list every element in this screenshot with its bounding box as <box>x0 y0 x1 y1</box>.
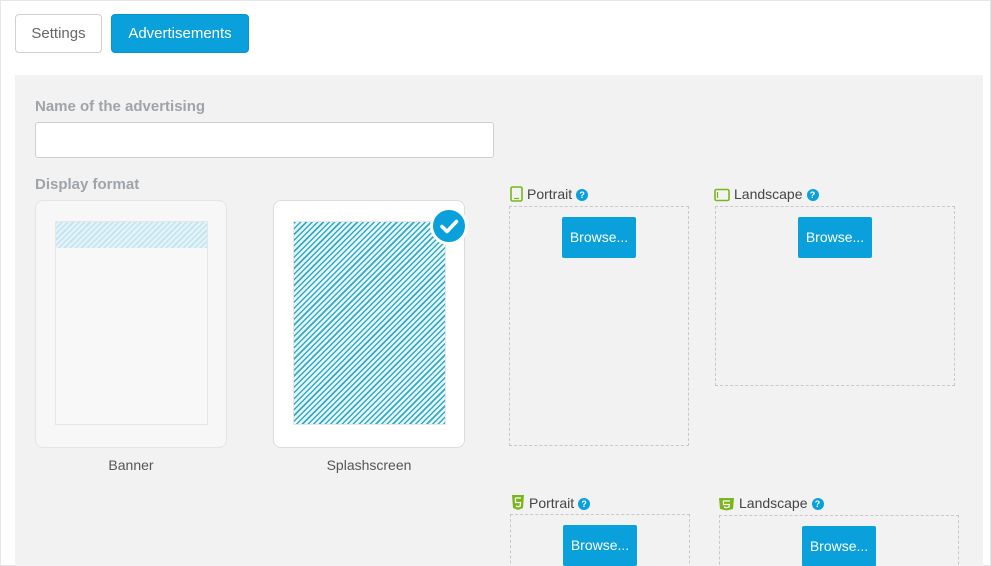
question-circle-icon[interactable]: ? <box>578 498 591 510</box>
browse-button-html5-landscape[interactable]: Browse... <box>802 526 876 566</box>
name-label: Name of the advertising <box>35 98 206 115</box>
tab-advertisements[interactable]: Advertisements <box>111 14 249 53</box>
browse-button-portrait[interactable]: Browse... <box>562 217 636 258</box>
html5-icon <box>512 495 524 510</box>
format-card-banner[interactable] <box>35 200 227 448</box>
format-card-splashscreen[interactable] <box>273 200 468 448</box>
slot-label-portrait: Portrait <box>527 186 573 202</box>
tab-settings[interactable]: Settings <box>15 14 102 53</box>
html5-icon <box>719 498 734 511</box>
format-label-splashscreen: Splashscreen <box>326 457 412 473</box>
slot-label-landscape: Landscape <box>734 186 803 202</box>
question-circle-icon[interactable]: ? <box>576 189 589 201</box>
advertisement-form-panel: Name of the advertising Display format B… <box>15 75 983 566</box>
splashscreen-preview <box>293 221 446 425</box>
phone-landscape-icon <box>714 188 730 202</box>
slot-header-landscape: Landscape? <box>714 186 819 204</box>
phone-portrait-icon <box>510 186 523 202</box>
slot-header-portrait: Portrait? <box>510 186 589 204</box>
question-circle-icon[interactable]: ? <box>811 498 824 510</box>
slot-label-html5-landscape: Landscape <box>739 495 808 511</box>
browse-button-html5-portrait[interactable]: Browse... <box>563 525 637 566</box>
slot-header-html5-landscape: Landscape? <box>718 495 824 513</box>
advertising-name-input[interactable] <box>35 122 494 158</box>
display-format-label: Display format <box>35 176 140 193</box>
question-circle-icon[interactable]: ? <box>806 189 819 201</box>
check-circle-icon <box>430 207 468 245</box>
browse-button-landscape[interactable]: Browse... <box>798 217 872 258</box>
slot-header-html5-portrait: Portrait? <box>511 494 591 512</box>
banner-preview <box>55 221 208 425</box>
banner-strip <box>56 222 207 248</box>
format-label-banner: Banner <box>108 457 154 473</box>
splashscreen-fill <box>294 222 445 424</box>
slot-label-html5-portrait: Portrait <box>529 495 575 511</box>
